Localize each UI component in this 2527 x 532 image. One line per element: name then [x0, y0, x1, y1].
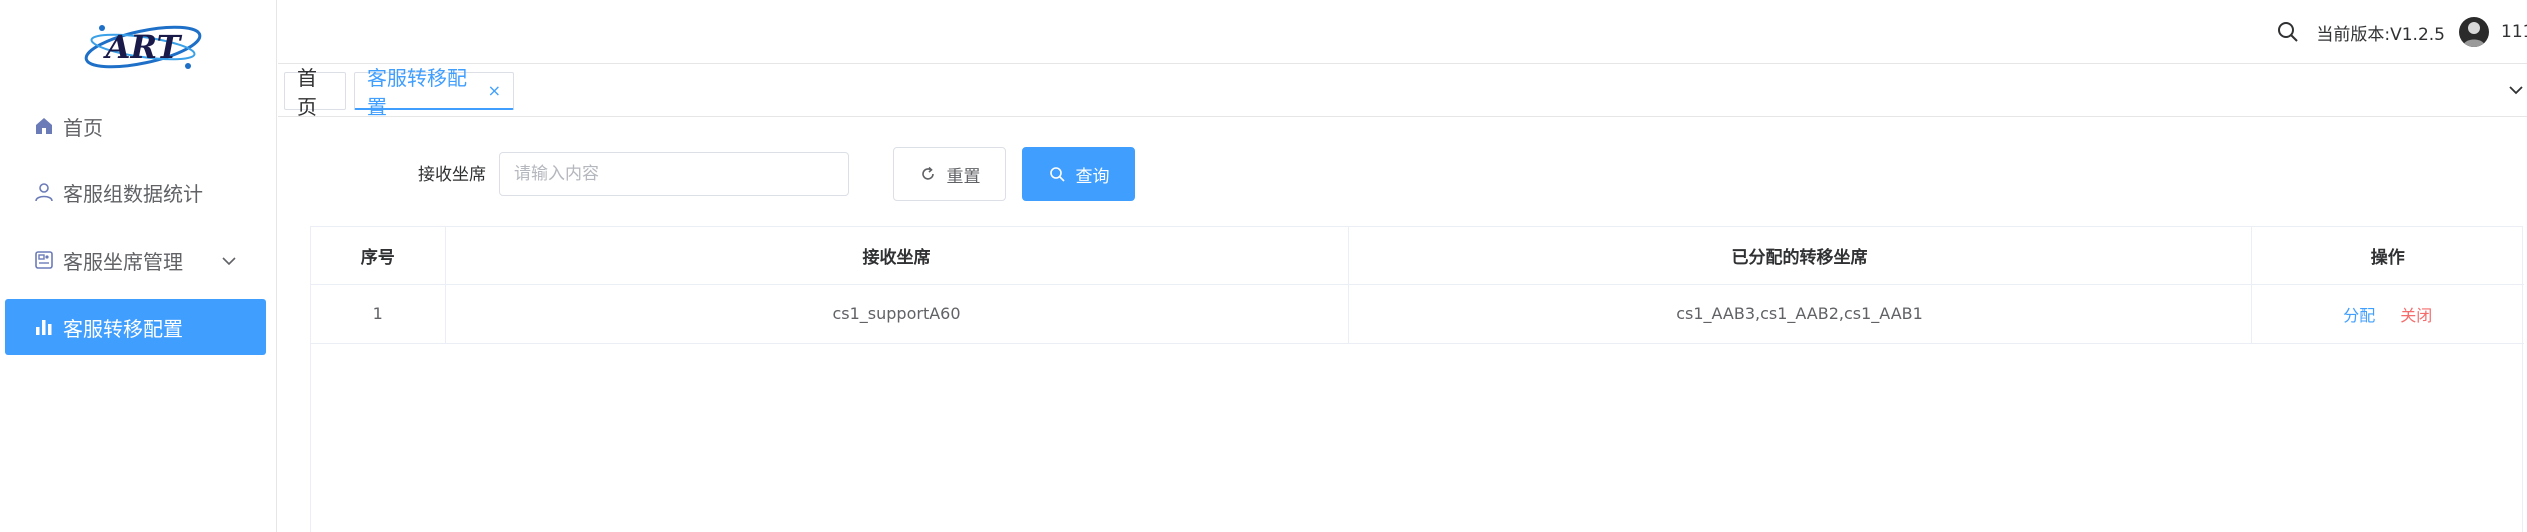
reset-button[interactable]: 重置 — [893, 147, 1006, 201]
sidebar-item-label: 首页 — [63, 115, 103, 140]
username[interactable]: 111 — [2501, 22, 2527, 42]
close-link[interactable]: 关闭 — [2400, 306, 2432, 325]
query-button[interactable]: 查询 — [1022, 147, 1135, 201]
logo-text: ART — [103, 28, 183, 66]
column-header-assigned: 已分配的转移坐席 — [1348, 227, 2252, 285]
assign-link[interactable]: 分配 — [2343, 306, 2375, 325]
data-table: 序号 接收坐席 已分配的转移坐席 操作 1 cs1_supportA60 cs1… — [311, 227, 2524, 344]
search-icon[interactable] — [2276, 20, 2300, 44]
user-icon — [33, 181, 55, 203]
sidebar-item-seat-management[interactable]: 客服坐席管理 — [5, 232, 266, 288]
receiver-seat-label: 接收坐席 — [418, 165, 486, 185]
receiver-seat-input[interactable] — [499, 152, 849, 196]
tab-home[interactable]: 首页 — [284, 66, 346, 119]
version-label: 当前版本:V1.2.5 — [2316, 24, 2445, 45]
app-root: ART 首页 客服组数据统计 客服坐席管理 客服转移配置 当前版本:V1.2.5… — [0, 0, 2527, 532]
sidebar-item-group-stats[interactable]: 客服组数据统计 — [5, 164, 266, 220]
table-row: 1 cs1_supportA60 cs1_AAB3,cs1_AAB2,cs1_A… — [311, 284, 2524, 344]
table-header-row: 序号 接收坐席 已分配的转移坐席 操作 — [311, 227, 2524, 285]
tabs-bar: 首页 客服转移配置 × — [278, 65, 2527, 119]
cell-assigned: cs1_AAB3,cs1_AAB2,cs1_AAB1 — [1348, 284, 2252, 344]
close-icon[interactable]: × — [488, 81, 501, 100]
sidebar: ART 首页 客服组数据统计 客服坐席管理 客服转移配置 — [0, 0, 277, 532]
home-icon — [33, 115, 55, 137]
header-actions: 当前版本:V1.2.5 111 — [2276, 0, 2527, 64]
column-header-actions: 操作 — [2251, 227, 2524, 285]
avatar[interactable] — [2459, 17, 2489, 47]
tab-label: 首页 — [297, 66, 317, 119]
column-header-receiver: 接收坐席 — [445, 227, 1349, 285]
sidebar-item-home[interactable]: 首页 — [5, 98, 266, 154]
sidebar-item-label: 客服坐席管理 — [63, 249, 183, 274]
cell-receiver: cs1_supportA60 — [445, 284, 1349, 344]
tab-label: 客服转移配置 — [367, 65, 467, 119]
transfer-config-table: 序号 接收坐席 已分配的转移坐席 操作 1 cs1_supportA60 cs1… — [310, 226, 2524, 532]
search-icon — [1048, 165, 1066, 183]
chevron-down-icon[interactable] — [220, 251, 238, 269]
cell-index: 1 — [311, 284, 446, 344]
top-header: 当前版本:V1.2.5 111 — [278, 0, 2527, 64]
seat-icon — [33, 249, 55, 271]
tab-transfer-config[interactable]: 客服转移配置 × — [354, 66, 514, 119]
bar-chart-icon — [33, 316, 55, 338]
cell-actions: 分配 关闭 — [2251, 284, 2524, 344]
column-header-index: 序号 — [311, 227, 446, 285]
sidebar-item-label: 客服转移配置 — [63, 316, 183, 341]
query-button-label: 查询 — [1075, 166, 1110, 187]
sidebar-item-label: 客服组数据统计 — [63, 181, 203, 206]
refresh-icon — [919, 165, 937, 183]
reset-button-label: 重置 — [946, 166, 981, 187]
sidebar-item-transfer-config[interactable]: 客服转移配置 — [5, 299, 266, 355]
chevron-down-icon[interactable] — [2507, 81, 2525, 99]
art-logo[interactable]: ART — [80, 14, 206, 80]
